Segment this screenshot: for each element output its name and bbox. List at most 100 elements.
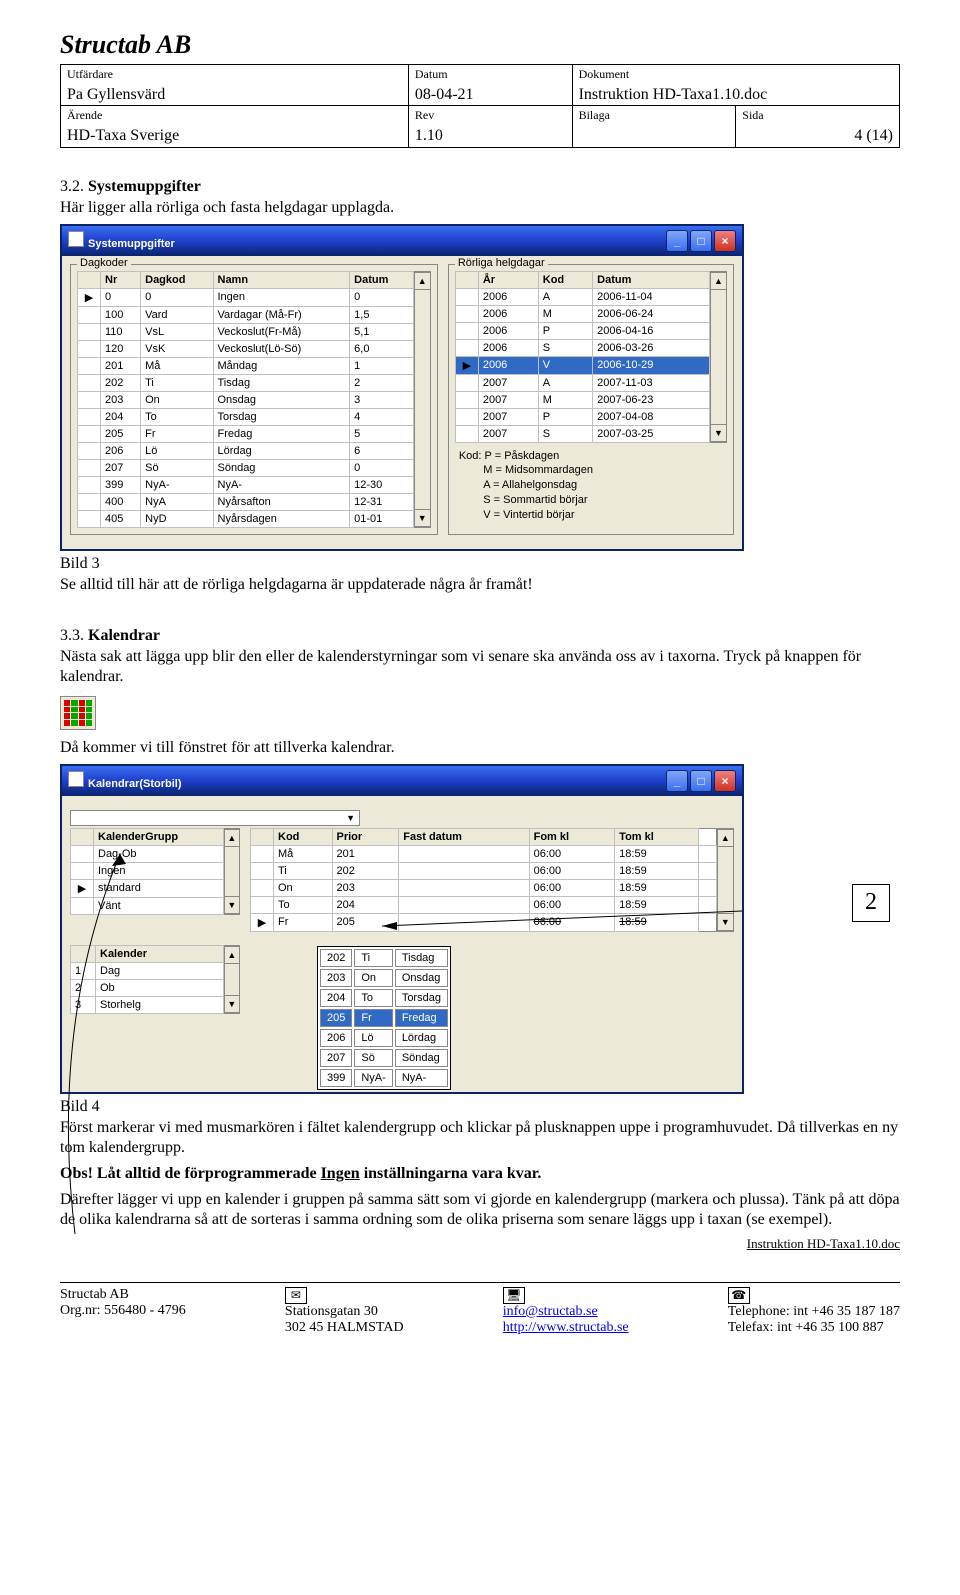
vehicle-dropdown[interactable]: ▼ <box>70 810 360 826</box>
minimize-button[interactable]: _ <box>666 230 688 252</box>
table-row[interactable]: Må20106:0018:59 <box>251 845 717 862</box>
table-row[interactable]: On20306:0018:59 <box>251 879 717 896</box>
chevron-down-icon: ▼ <box>346 813 355 823</box>
minimize-button[interactable]: _ <box>666 770 688 792</box>
maximize-button[interactable]: □ <box>690 230 712 252</box>
scroll-up-icon[interactable]: ▲ <box>414 272 431 290</box>
table-row[interactable]: 206LöLördag6 <box>78 442 414 459</box>
scroll-up-icon[interactable]: ▲ <box>717 829 734 847</box>
footer-email[interactable]: info@structab.se <box>503 1304 629 1320</box>
scroll-down-icon[interactable]: ▼ <box>710 424 727 442</box>
table-row[interactable]: 202TiTisdag2 <box>78 374 414 391</box>
table-row[interactable]: 2007A2007-11-03 <box>455 374 709 391</box>
list-item[interactable]: 205FrFredag <box>320 1009 448 1027</box>
section-32-number: 3.2. <box>60 178 84 195</box>
datum-value: 08-04-21 <box>415 86 474 103</box>
table-row[interactable]: 207SöSöndag0 <box>78 459 414 476</box>
scroll-down-icon[interactable]: ▼ <box>717 913 734 931</box>
table-row[interactable]: 3Storhelg <box>71 996 224 1013</box>
document-meta-table: UtfärdarePa Gyllensvärd Datum08-04-21 Do… <box>60 64 900 148</box>
table-row[interactable]: 2006A2006-11-04 <box>455 288 709 305</box>
arende-label: Ärende <box>67 108 102 122</box>
helgdagar-grid[interactable]: ÅrKodDatum2006A2006-11-042006M2006-06-24… <box>455 271 710 443</box>
table-row[interactable]: ▶Fr20506:0018:59 <box>251 913 717 931</box>
scroll-down-icon[interactable]: ▼ <box>414 509 431 527</box>
dokument-value: Instruktion HD-Taxa1.10.doc <box>579 86 768 103</box>
table-row[interactable]: 2007M2007-06-23 <box>455 391 709 408</box>
dagkod-popup-list[interactable]: 202TiTisdag 203OnOnsdag 204ToTorsdag 205FrF… <box>317 946 451 1090</box>
footer-phone-label: Telephone: <box>728 1304 790 1319</box>
table-row[interactable]: ▶2006V2006-10-29 <box>455 356 709 374</box>
scroll-up-icon[interactable]: ▲ <box>224 829 240 847</box>
sida-value: 4 (14) <box>854 126 893 147</box>
bild4-p2: Obs! Låt alltid de förprogrammerade Inge… <box>60 1164 900 1184</box>
table-row[interactable]: 201MåMåndag1 <box>78 357 414 374</box>
table-row[interactable]: Ti20206:0018:59 <box>251 862 717 879</box>
table-row[interactable]: 100VardVardagar (Må-Fr)1,5 <box>78 306 414 323</box>
table-row[interactable]: Ingen <box>71 862 224 879</box>
arende-value: HD-Taxa Sverige <box>67 127 179 144</box>
table-row[interactable]: 2006P2006-04-16 <box>455 322 709 339</box>
footer-company: Structab AB <box>60 1287 186 1303</box>
list-item[interactable]: 399NyA-NyA- <box>320 1069 448 1087</box>
dagkoder-grid[interactable]: NrDagkodNamnDatum▶00Ingen0100VardVardaga… <box>77 271 414 528</box>
table-row[interactable]: 2Ob <box>71 979 224 996</box>
table-row[interactable]: 399NyA-NyA-12-30 <box>78 476 414 493</box>
list-item[interactable]: 202TiTisdag <box>320 949 448 967</box>
rules-grid[interactable]: KodPriorFast datumFom klTom klMå20106:00… <box>250 828 717 932</box>
scroll-up-icon[interactable]: ▲ <box>710 272 727 290</box>
table-row[interactable]: ▶standard <box>71 879 224 897</box>
scrollbar[interactable]: ▲▼ <box>414 271 431 528</box>
bild4-caption: Bild 4 <box>60 1098 900 1116</box>
scrollbar[interactable]: ▲▼ <box>717 828 734 932</box>
footer-url[interactable]: http://www.structab.se <box>503 1320 629 1336</box>
window-titlebar[interactable]: Systemuppgifter _ □ × <box>62 226 742 256</box>
section-33-p2: Då kommer vi till fönstret för att tillv… <box>60 738 900 758</box>
list-item[interactable]: 206LöLördag <box>320 1029 448 1047</box>
table-row[interactable]: 2006S2006-03-26 <box>455 339 709 356</box>
table-row[interactable]: 2007P2007-04-08 <box>455 408 709 425</box>
window-titlebar[interactable]: Kalendrar(Storbil) _ □ × <box>62 766 742 796</box>
kalendrar-window: Kalendrar(Storbil) _ □ × ▼ <box>60 764 744 1094</box>
kalender-grid[interactable]: Kalender1Dag2Ob3Storhelg <box>70 945 224 1014</box>
table-row[interactable]: Dag-Ob <box>71 845 224 862</box>
annotation-2-box: 2 <box>852 884 890 922</box>
table-row[interactable]: 204ToTorsdag4 <box>78 408 414 425</box>
section-32-intro: Här ligger alla rörliga och fasta helgda… <box>60 198 900 218</box>
bilaga-label: Bilaga <box>579 108 610 122</box>
scrollbar[interactable]: ▲▼ <box>710 271 727 443</box>
table-row[interactable]: 400NyANyårsafton12-31 <box>78 493 414 510</box>
scroll-down-icon[interactable]: ▼ <box>224 995 240 1013</box>
table-row[interactable]: To20406:0018:59 <box>251 896 717 913</box>
dokument-label: Dokument <box>579 67 630 81</box>
window-icon <box>68 231 84 247</box>
page-footer: Structab AB Org.nr: 556480 - 4796 ✉ Stat… <box>60 1283 900 1336</box>
scrollbar[interactable]: ▲▼ <box>224 945 240 1014</box>
table-row[interactable]: 2006M2006-06-24 <box>455 305 709 322</box>
table-row[interactable]: 405NyDNyårsdagen01-01 <box>78 510 414 527</box>
bild4-p1: Först markerar vi med musmarkören i fält… <box>60 1118 900 1158</box>
scroll-down-icon[interactable]: ▼ <box>224 896 240 914</box>
close-button[interactable]: × <box>714 770 736 792</box>
kalendrar-toolbar-button[interactable] <box>60 696 96 730</box>
table-row[interactable]: 1Dag <box>71 962 224 979</box>
table-row[interactable]: Vänt <box>71 897 224 914</box>
computer-icon: 🖥 <box>503 1287 525 1304</box>
table-row[interactable]: 205FrFredag5 <box>78 425 414 442</box>
calendar-icon <box>64 700 92 726</box>
window-title: Systemuppgifter <box>88 238 175 250</box>
list-item[interactable]: 203OnOnsdag <box>320 969 448 987</box>
kalendergrupp-grid[interactable]: KalenderGruppDag-ObIngen▶standardVänt <box>70 828 224 915</box>
close-button[interactable]: × <box>714 230 736 252</box>
table-row[interactable]: 2007S2007-03-25 <box>455 425 709 442</box>
table-row[interactable]: 203OnOnsdag3 <box>78 391 414 408</box>
scroll-up-icon[interactable]: ▲ <box>224 946 240 964</box>
footer-phone: int +46 35 187 187 <box>793 1304 900 1319</box>
list-item[interactable]: 207SöSöndag <box>320 1049 448 1067</box>
maximize-button[interactable]: □ <box>690 770 712 792</box>
table-row[interactable]: ▶00Ingen0 <box>78 288 414 306</box>
table-row[interactable]: 120VsKVeckoslut(Lö-Sö)6,0 <box>78 340 414 357</box>
scrollbar[interactable]: ▲▼ <box>224 828 240 915</box>
list-item[interactable]: 204ToTorsdag <box>320 989 448 1007</box>
table-row[interactable]: 110VsLVeckoslut(Fr-Må)5,1 <box>78 323 414 340</box>
